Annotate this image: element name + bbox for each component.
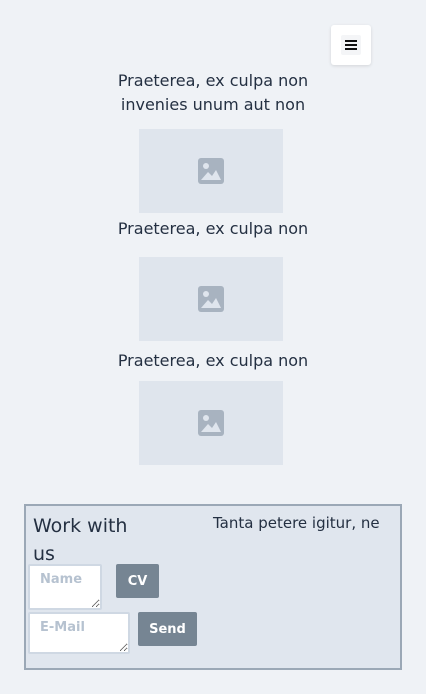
name-field[interactable] <box>28 564 102 610</box>
email-field[interactable] <box>28 612 130 654</box>
menu-button[interactable] <box>331 25 371 65</box>
image-placeholder <box>139 257 283 341</box>
image-placeholder <box>139 129 283 213</box>
image-placeholder-icon <box>198 158 224 184</box>
image-placeholder <box>139 381 283 465</box>
hamburger-menu-icon <box>341 35 361 55</box>
image-placeholder-icon <box>198 410 224 436</box>
send-button[interactable]: Send <box>138 612 197 646</box>
item-caption: Praeterea, ex culpa non invenies unum au… <box>117 71 309 114</box>
cv-button[interactable]: CV <box>116 564 159 598</box>
item-caption: Praeterea, ex culpa non <box>117 351 309 370</box>
item-caption: Praeterea, ex culpa non <box>117 219 309 238</box>
section-text: Tanta petere igitur, ne <box>213 514 380 532</box>
image-placeholder-icon <box>198 286 224 312</box>
work-with-us-section: Work with us Tanta petere igitur, ne CV … <box>24 504 402 670</box>
section-title: Work with us <box>33 515 128 565</box>
